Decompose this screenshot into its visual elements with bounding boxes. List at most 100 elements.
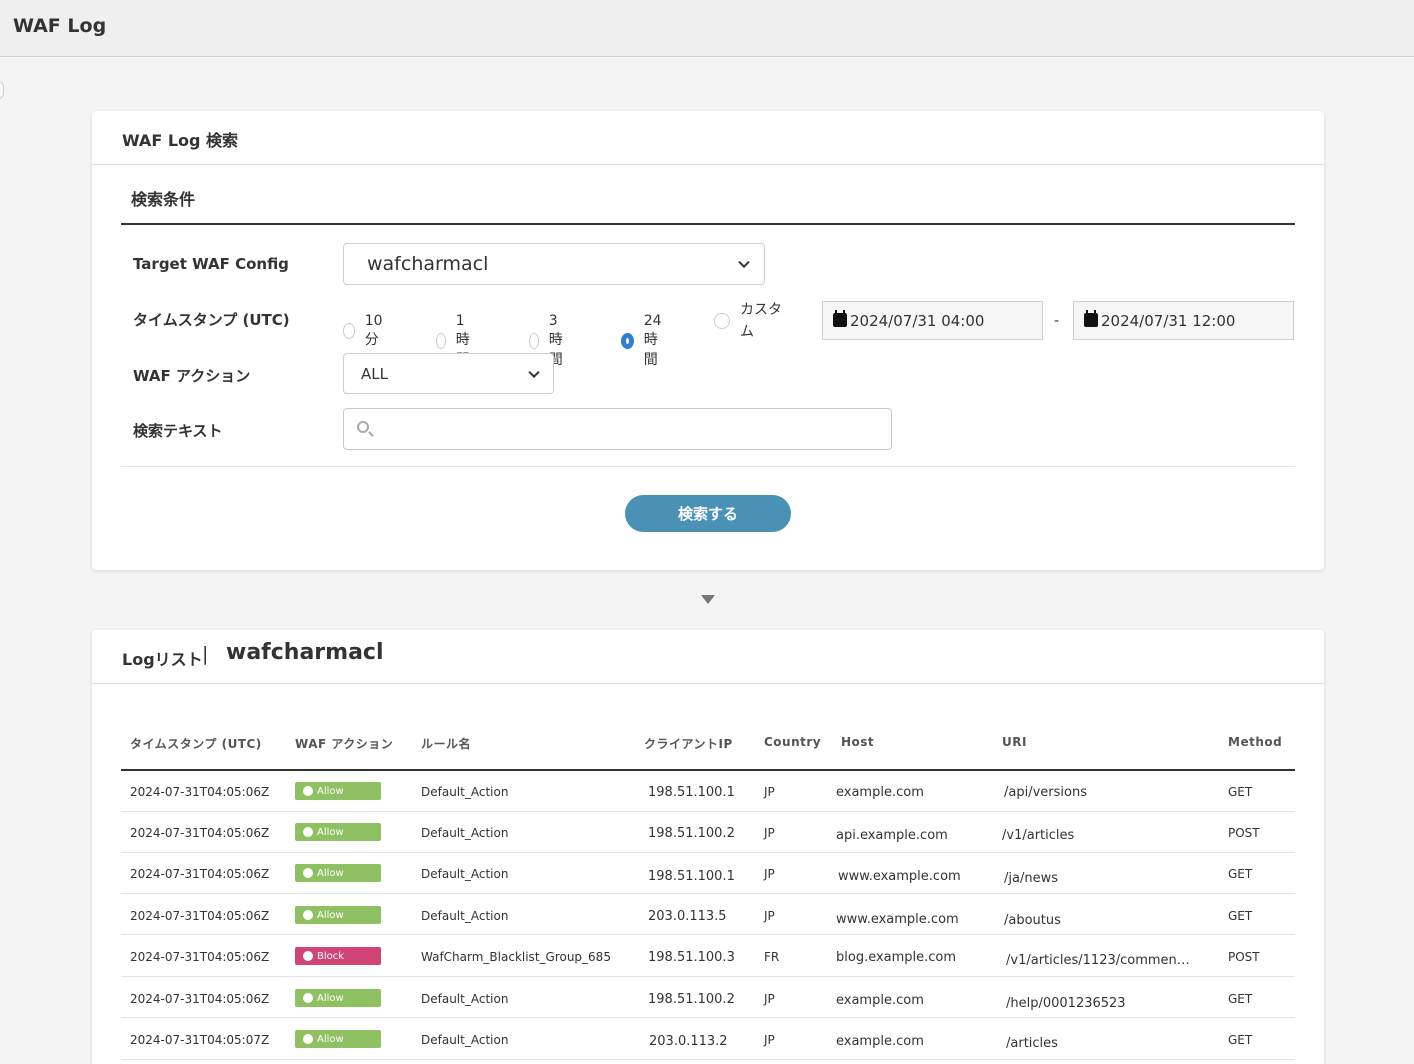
waf-action-label: WAF アクション (133, 367, 251, 385)
calendar-icon (833, 310, 847, 327)
cell-client-ip: 198.51.100.2 (648, 826, 735, 841)
cell-timestamp: 2024-07-31T04:05:06Z (130, 867, 270, 881)
date-range-separator: - (1054, 313, 1060, 329)
cell-uri: /help/0001236523 (1006, 996, 1126, 1011)
column-header-waf-action: WAF アクション (295, 737, 394, 751)
action-badge-allow: Allow (295, 906, 381, 924)
cell-timestamp: 2024-07-31T04:05:06Z (130, 992, 270, 1006)
table-row[interactable]: 2024-07-31T04:05:06Z Allow Default_Actio… (121, 977, 1295, 1018)
cell-timestamp: 2024-07-31T04:05:06Z (130, 826, 270, 840)
triangle-down-icon (701, 595, 715, 604)
radio-label: カスタ ム (740, 302, 782, 340)
cell-country: JP (764, 992, 775, 1006)
log-list-config-name: wafcharmacl (226, 640, 384, 665)
date-from-field[interactable]: 2024/07/31 04:00 (822, 301, 1043, 340)
table-row[interactable]: 2024-07-31T04:05:06Z Allow Default_Actio… (121, 853, 1295, 894)
date-from-value: 2024/07/31 04:00 (850, 312, 985, 330)
table-row[interactable]: 2024-07-31T04:05:06Z Block WafCharm_Blac… (121, 936, 1295, 977)
target-waf-config-value: wafcharmacl (367, 253, 489, 275)
cell-rule-name: Default_Action (421, 826, 509, 840)
cell-method: GET (1228, 867, 1253, 881)
table-row[interactable]: 2024-07-31T04:05:07Z Allow Default_Actio… (121, 1019, 1295, 1060)
cell-rule-name: Default_Action (421, 1033, 509, 1047)
cell-method: POST (1228, 826, 1260, 840)
title-separator: | (202, 643, 209, 665)
radio-dot (714, 313, 730, 329)
radio-10min[interactable]: 10分 (343, 313, 387, 349)
waf-action-select[interactable]: ALL (343, 353, 554, 394)
cell-method: GET (1228, 785, 1253, 799)
action-badge-allow: Allow (295, 823, 381, 841)
cell-uri: /v1/articles/1123/commen… (1006, 953, 1190, 968)
search-text-input[interactable] (343, 408, 892, 450)
cell-country: JP (764, 1033, 775, 1047)
action-badge-block: Block (295, 947, 381, 965)
search-card-header: WAF Log 検索 (92, 111, 1324, 165)
cell-host: www.example.com (836, 912, 959, 927)
cell-uri: /articles (1006, 1036, 1058, 1051)
action-badge-allow: Allow (295, 989, 381, 1007)
cell-country: FR (764, 950, 780, 964)
search-conditions-title: 検索条件 (131, 190, 196, 209)
search-card-title: WAF Log 検索 (122, 131, 239, 150)
search-icon (357, 421, 369, 433)
chevron-down-icon (528, 366, 540, 378)
table-row[interactable]: 2024-07-31T04:05:06Z Allow Default_Actio… (121, 812, 1295, 853)
cell-host: example.com (836, 993, 924, 1008)
radio-dot (436, 333, 446, 349)
app-title: WAF Log (13, 15, 107, 37)
cell-client-ip: 203.0.113.5 (648, 909, 727, 924)
timestamp-label: タイムスタンプ (UTC) (133, 311, 290, 329)
target-waf-config-label: Target WAF Config (133, 255, 289, 273)
cell-method: GET (1228, 1033, 1253, 1047)
cell-uri: /ja/news (1004, 871, 1058, 886)
cell-uri: /api/versions (1004, 785, 1087, 800)
cell-host: example.com (836, 785, 924, 800)
cell-rule-name: Default_Action (421, 992, 509, 1006)
cell-timestamp: 2024-07-31T04:05:06Z (130, 950, 270, 964)
column-header-timestamp: タイムスタンプ (UTC) (130, 737, 262, 751)
section-divider (121, 223, 1295, 225)
cell-host: blog.example.com (836, 950, 957, 965)
column-header-client-ip: クライアントIP (644, 737, 733, 751)
date-to-field[interactable]: 2024/07/31 12:00 (1073, 301, 1294, 340)
table-row[interactable]: 2024-07-31T04:05:06Z Allow Default_Actio… (121, 771, 1295, 812)
cell-host: www.example.com (838, 869, 961, 884)
cell-rule-name: Default_Action (421, 785, 509, 799)
action-badge-allow: Allow (295, 864, 381, 882)
radio-custom[interactable]: カスタ ム (714, 299, 782, 343)
log-list-card: Logリスト | wafcharmacl タイムスタンプ (UTC) WAF ア… (92, 630, 1324, 1064)
sidebar-toggle-handle[interactable] (0, 81, 4, 99)
chevron-down-icon (738, 256, 750, 269)
radio-dot-checked (621, 333, 634, 349)
log-list-title: Logリスト (122, 650, 203, 669)
cell-client-ip: 198.51.100.1 (648, 785, 735, 800)
cell-method: POST (1228, 950, 1260, 964)
cell-method: GET (1228, 909, 1253, 923)
waf-action-value: ALL (361, 364, 388, 383)
search-button[interactable]: 検索する (625, 495, 791, 532)
column-header-country: Country (764, 735, 822, 749)
target-waf-config-select[interactable]: wafcharmacl (343, 243, 765, 285)
cell-country: JP (764, 826, 775, 840)
action-badge-allow: Allow (295, 782, 381, 800)
cell-timestamp: 2024-07-31T04:05:06Z (130, 909, 270, 923)
action-badge-allow: Allow (295, 1030, 381, 1048)
table-row[interactable]: 2024-07-31T04:05:06Z Allow Default_Actio… (121, 894, 1295, 935)
cell-uri: /aboutus (1004, 913, 1061, 928)
log-list-header: Logリスト | wafcharmacl (92, 630, 1324, 684)
cell-method: GET (1228, 992, 1253, 1006)
cell-uri: /v1/articles (1002, 828, 1075, 843)
cell-host: example.com (836, 1034, 924, 1049)
radio-label: 10分 (364, 313, 383, 348)
search-text-label: 検索テキスト (133, 422, 223, 440)
column-header-host: Host (841, 735, 875, 749)
radio-label: 24時間 (643, 313, 662, 368)
cell-rule-name: WafCharm_Blacklist_Group_685 (421, 950, 611, 964)
cell-client-ip: 198.51.100.1 (648, 869, 735, 884)
calendar-icon (1084, 310, 1098, 327)
date-to-value: 2024/07/31 12:00 (1101, 312, 1236, 330)
radio-24hours[interactable]: 24時間 (621, 313, 665, 369)
app-header: WAF Log (0, 0, 1414, 57)
cell-timestamp: 2024-07-31T04:05:06Z (130, 785, 270, 799)
